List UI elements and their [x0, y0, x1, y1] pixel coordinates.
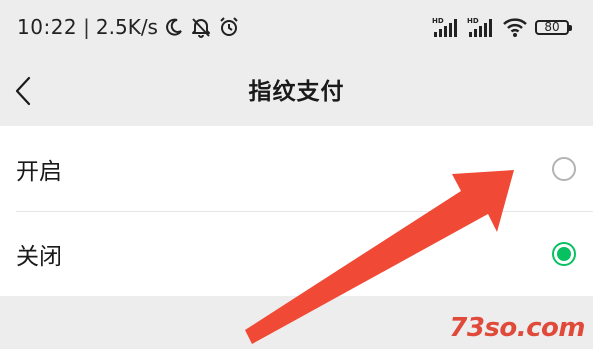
payment-options-list: 开启 关闭: [0, 126, 593, 296]
option-disable[interactable]: 关闭: [0, 211, 593, 296]
status-right: HD HD 80: [432, 16, 572, 38]
moon-icon: [164, 17, 184, 37]
watermark-logo: 73so.com: [449, 313, 585, 343]
mute-icon: [190, 16, 212, 38]
screen: 10:22 | 2.5K/s HD HD 80 指纹支付 开启 关闭 73so.…: [0, 0, 593, 349]
status-bar: 10:22 | 2.5K/s HD HD 80: [0, 0, 593, 54]
radio-selected-dot: [557, 246, 571, 261]
nav-bar: 指纹支付: [0, 54, 593, 126]
battery-level: 80: [544, 20, 560, 34]
option-enable[interactable]: 开启: [0, 126, 593, 211]
status-left: 10:22 | 2.5K/s: [17, 15, 240, 39]
status-separator: |: [83, 15, 90, 39]
page-title: 指纹支付: [248, 79, 345, 105]
net-speed: 2.5K/s: [95, 15, 158, 39]
hd-signal-icon: HD: [467, 16, 495, 38]
svg-text:HD: HD: [432, 17, 444, 25]
battery-icon: 80: [535, 19, 572, 35]
option-disable-label: 关闭: [16, 243, 62, 270]
option-disable-radio[interactable]: [552, 241, 576, 266]
option-enable-radio[interactable]: [552, 156, 576, 181]
status-time: 10:22: [17, 15, 78, 39]
svg-text:HD: HD: [467, 17, 479, 25]
option-enable-label: 开启: [16, 158, 62, 185]
hd-signal-icon: HD: [432, 16, 460, 38]
alarm-icon: [218, 16, 240, 38]
wifi-icon: [502, 16, 528, 38]
